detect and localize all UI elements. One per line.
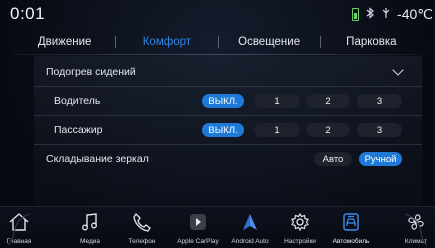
dock-android-auto[interactable]: Android Auto [226,207,274,248]
passenger-heat-off-button[interactable]: ВЫКЛ. [202,123,244,137]
settings-tabs: Движение Комфорт Освещение Парковка [14,33,422,51]
dock-android-auto-label: Android Auto [231,238,269,245]
android-auto-icon [238,210,262,234]
passenger-seat-heating-row: Пассажир ВЫКЛ. 1 2 3 [34,116,422,144]
driver-heat-off-button[interactable]: ВЫКЛ. [202,94,244,108]
driver-heat-level-2-button[interactable]: 2 [306,94,350,108]
dock-vehicle[interactable]: Автомобиль [326,207,376,248]
outside-temperature: -40℃ [397,6,433,22]
tab-comfort[interactable]: Комфорт [116,36,217,48]
dock-settings[interactable]: Настройки [280,207,320,248]
dock-media-label: Медиа [80,238,100,245]
dock-carplay-label: Apple CarPlay [177,238,219,245]
mirror-fold-label: Складывание зеркал [46,153,149,165]
gear-icon [288,210,312,234]
dock-frame-left-curve [7,213,31,246]
dock-frame-right-curve [404,213,428,246]
tabs-divider-line [14,54,422,55]
seat-heating-title: Подогрев сидений [46,66,136,78]
bluetooth-icon [365,7,375,22]
passenger-heat-level-1-button[interactable]: 1 [254,123,300,137]
dock-vehicle-label: Автомобиль [332,238,370,245]
driver-heat-level-3-button[interactable]: 3 [357,94,402,108]
phone-icon [130,210,154,234]
tab-parking[interactable]: Парковка [321,36,422,48]
carplay-icon [186,210,210,234]
driver-label: Водитель [54,95,101,107]
dock-carplay[interactable]: Apple CarPlay [170,207,226,248]
passenger-heat-level-3-button[interactable]: 3 [357,123,402,137]
driver-seat-heating-row: Водитель ВЫКЛ. 1 2 3 [34,87,422,115]
bottom-dock: Главная Медиа Телефон Apple CarPlay Andr [0,206,435,248]
seat-heating-header[interactable]: Подогрев сидений [34,58,422,86]
tab-lighting[interactable]: Освещение [219,36,320,48]
mirror-fold-auto-button[interactable]: Авто [314,152,352,166]
status-bar: 0:01 -40℃ [0,0,435,28]
car-settings-screen: 0:01 -40℃ Движение Комфорт Освещение Пар… [0,0,435,248]
passenger-heat-level-2-button[interactable]: 2 [306,123,350,137]
comfort-settings-panel: Подогрев сидений Водитель ВЫКЛ. 1 2 3 Па… [34,56,422,206]
tab-driving[interactable]: Движение [14,36,115,48]
driver-heat-level-1-button[interactable]: 1 [254,94,300,108]
mirror-fold-manual-button[interactable]: Ручной [359,152,402,166]
car-settings-icon [339,210,363,234]
music-note-icon [78,210,102,234]
status-indicators: -40℃ [352,6,433,23]
dock-settings-label: Настройки [284,238,316,245]
battery-icon [352,8,360,21]
mirror-fold-row: Складывание зеркал Авто Ручной [34,145,422,173]
signal-icon [381,7,391,22]
dock-phone-label: Телефон [128,238,156,245]
dock-media[interactable]: Медиа [72,207,108,248]
passenger-label: Пассажир [54,124,103,136]
clock: 0:01 [10,4,46,23]
dock-phone[interactable]: Телефон [120,207,164,248]
chevron-down-icon[interactable] [392,64,404,76]
